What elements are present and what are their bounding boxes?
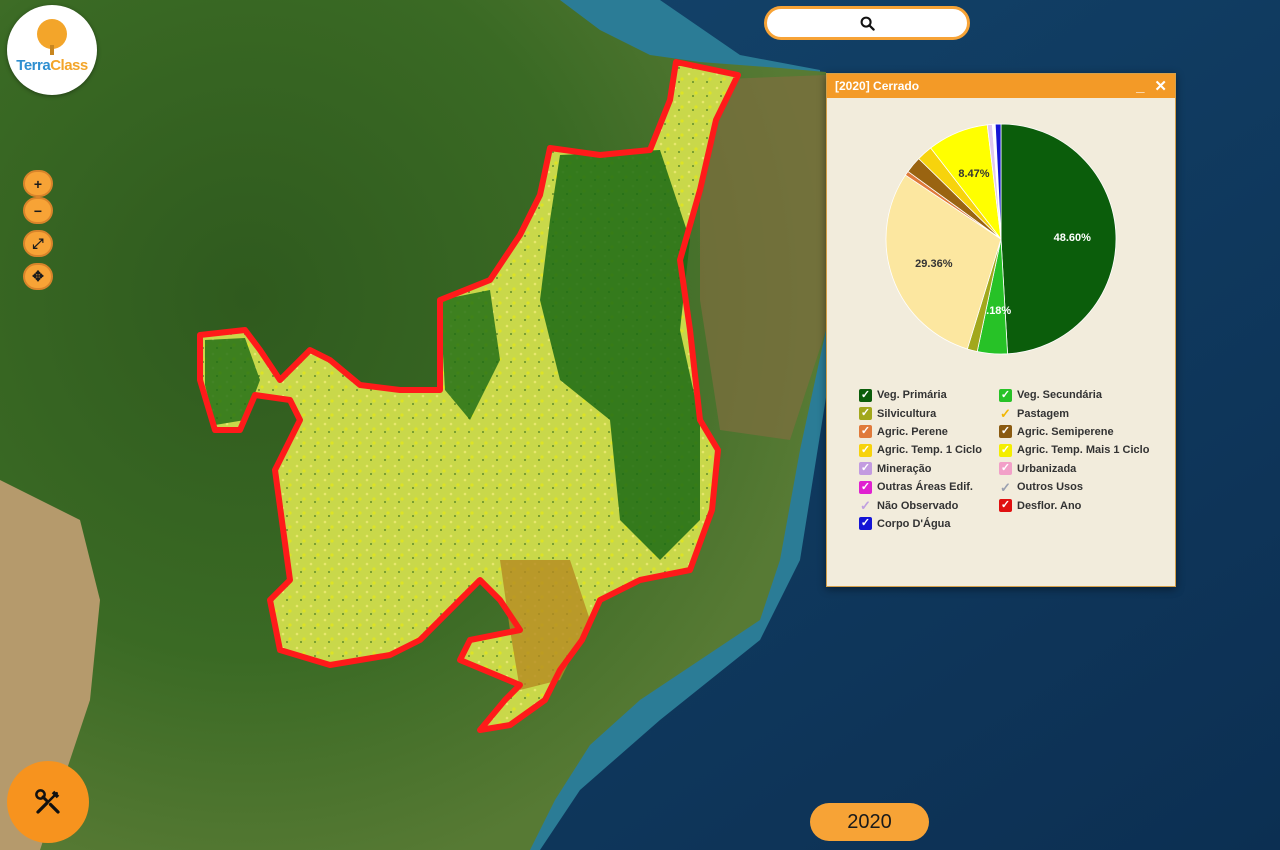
checkbox-icon[interactable]: ✓ [859, 462, 872, 476]
legend-item-3[interactable]: ✓ Pastagem [999, 406, 1159, 420]
pie-label-0: 48.60% [1054, 232, 1092, 244]
legend-label: Corpo D'Água [877, 517, 951, 530]
checkbox-icon[interactable]: ✓ [999, 388, 1012, 402]
panel-header[interactable]: [2020] Cerrado _ ✕ [827, 74, 1175, 98]
pan-button[interactable]: ✥ [23, 263, 53, 290]
legend-item-9[interactable]: ✓ Urbanizada [999, 462, 1159, 476]
legend-label: Veg. Primária [877, 389, 947, 402]
legend-item-7[interactable]: ✓ Agric. Temp. Mais 1 Ciclo [999, 443, 1159, 457]
legend-label: Agric. Temp. Mais 1 Ciclo [1017, 444, 1150, 457]
fullscreen-button[interactable]: ⤢ [23, 230, 53, 257]
legend-label: Pastagem [1017, 407, 1069, 420]
terraclass-logo[interactable]: TerraClass [7, 5, 97, 95]
plus-icon: + [33, 175, 43, 192]
pie-label-3: 29.36% [915, 258, 953, 270]
legend-label: Urbanizada [1017, 462, 1077, 475]
logo-text: TerraClass [7, 57, 97, 74]
tools-icon [35, 789, 60, 814]
checkbox-icon[interactable]: ✓ [859, 517, 872, 531]
legend-item-8[interactable]: ✓ Mineração [859, 462, 999, 476]
land-use-pie-chart: 48.60%4.18%29.36%8.47% [885, 123, 1117, 355]
legend-item-14[interactable]: ✓ Corpo D'Água [859, 517, 999, 531]
legend-label: Outros Usos [1017, 481, 1084, 494]
legend-item-13[interactable]: ✓ Desflor. Ano [999, 498, 1159, 513]
tools-button[interactable] [7, 761, 89, 843]
legend-item-2[interactable]: ✓ Silvicultura [859, 406, 999, 421]
checkbox-icon[interactable]: ✓ [999, 443, 1012, 457]
legend-label: Agric. Temp. 1 Ciclo [877, 444, 982, 457]
zoom-out-button[interactable]: − [23, 197, 53, 224]
move-icon: ✥ [32, 268, 44, 284]
minus-icon: − [33, 202, 43, 219]
search-bar[interactable] [764, 6, 970, 40]
checkbox-icon[interactable]: ✓ [999, 407, 1012, 420]
legend-item-1[interactable]: ✓ Veg. Secundária [999, 388, 1159, 402]
legend-label: Mineração [877, 462, 932, 475]
checkbox-icon[interactable]: ✓ [859, 499, 872, 512]
checkbox-icon[interactable]: ✓ [859, 388, 872, 402]
checkbox-icon[interactable]: ✓ [999, 425, 1012, 439]
legend-label: Desflor. Ano [1017, 499, 1082, 512]
logo-text-class: Class [50, 57, 88, 74]
legend-item-5[interactable]: ✓ Agric. Semiperene [999, 425, 1159, 439]
legend-item-11[interactable]: ✓ Outros Usos [999, 480, 1159, 494]
legend-label: Silvicultura [877, 407, 937, 420]
legend-item-6[interactable]: ✓ Agric. Temp. 1 Ciclo [859, 443, 999, 457]
expand-icon: ⤢ [32, 235, 44, 251]
legend-item-12[interactable]: ✓ Não Observado [859, 498, 999, 512]
logo-text-terra: Terra [16, 57, 51, 74]
pie-label-7: 8.47% [958, 168, 989, 180]
caatinga-region [700, 75, 826, 440]
legend-label: Outras Áreas Edif. [877, 481, 973, 494]
checkbox-icon[interactable]: ✓ [999, 481, 1012, 494]
checkbox-icon[interactable]: ✓ [859, 407, 872, 421]
legend-item-4[interactable]: ✓ Agric. Perene [859, 425, 999, 439]
panel-title: [2020] Cerrado [835, 79, 920, 93]
minimize-button[interactable]: _ [1136, 79, 1144, 94]
checkbox-icon[interactable]: ✓ [999, 462, 1012, 476]
legend-label: Agric. Semiperene [1017, 425, 1114, 438]
legend-label: Veg. Secundária [1017, 389, 1102, 402]
legend-item-0[interactable]: ✓ Veg. Primária [859, 388, 999, 402]
checkbox-icon[interactable]: ✓ [999, 499, 1012, 513]
close-button[interactable]: ✕ [1154, 79, 1167, 94]
pie-legend: ✓ Veg. Primária ✓ Veg. Secundária ✓ Silvicult… [859, 388, 1159, 531]
search-icon [860, 16, 875, 31]
checkbox-icon[interactable]: ✓ [859, 425, 872, 439]
legend-item-10[interactable]: ✓ Outras Áreas Edif. [859, 480, 999, 494]
tree-trunk [50, 45, 54, 55]
legend-label: Não Observado [877, 499, 959, 512]
year-selector-button[interactable]: 2020 [810, 803, 929, 841]
zoom-in-button[interactable]: + [23, 170, 53, 197]
stats-panel: [2020] Cerrado _ ✕ 48.60% 4.18% 29.36% 8.47… [826, 73, 1176, 587]
legend-label: Agric. Perene [877, 425, 948, 438]
checkbox-icon[interactable]: ✓ [859, 480, 872, 494]
checkbox-icon[interactable]: ✓ [859, 443, 872, 457]
